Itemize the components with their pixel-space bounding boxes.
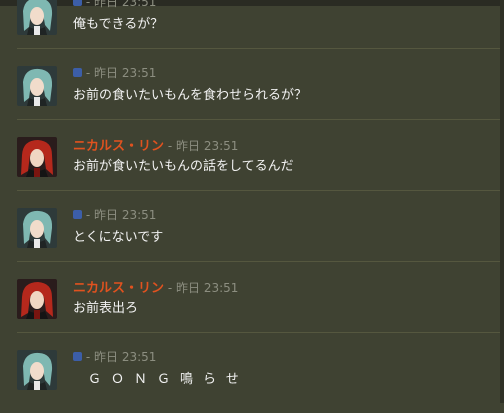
date-label: 昨日 <box>176 281 201 295</box>
date-label: 昨日 <box>94 66 119 80</box>
message-header: - 昨日 23:51 <box>73 206 156 222</box>
teal-hair-avatar[interactable] <box>17 208 57 248</box>
date-label: 昨日 <box>176 139 201 153</box>
separator: - <box>167 139 173 153</box>
message-divider <box>17 119 504 120</box>
message-divider <box>17 261 504 262</box>
timestamp: 23:51 <box>203 281 239 295</box>
date-label: 昨日 <box>94 350 119 364</box>
message-header: - 昨日 23:51 <box>73 348 156 364</box>
timestamp: 23:51 <box>121 350 157 364</box>
message-divider <box>17 190 504 191</box>
separator: - <box>167 281 173 295</box>
message-text: とくにないです <box>73 230 164 245</box>
message-header: - 昨日 23:51 <box>73 0 156 9</box>
message-header: - 昨日 23:51 <box>73 64 156 80</box>
author-badge <box>73 210 82 219</box>
teal-hair-avatar[interactable] <box>17 0 57 35</box>
chat-message: - 昨日 23:51 俺もできるが？ <box>0 0 504 58</box>
author-badge <box>73 0 82 6</box>
message-text: お前が食いたいもんの話をしてるんだ <box>73 159 294 174</box>
red-hair-avatar[interactable] <box>17 279 57 319</box>
separator: - <box>85 66 91 80</box>
author-badge <box>73 68 82 77</box>
chat-log: - 昨日 23:51 俺もできるが？ - 昨日 23:51 お前の食いたいもんを… <box>0 0 504 403</box>
message-text: ＧＯＮＧ鳴らせ <box>88 372 249 387</box>
author-name[interactable]: ニカルス・リン <box>73 281 164 296</box>
author-badge <box>73 352 82 361</box>
message-text: お前の食いたいもんを食わせられるが？ <box>73 88 308 103</box>
red-hair-avatar[interactable] <box>17 137 57 177</box>
chat-message: - 昨日 23:51 ＧＯＮＧ鳴らせ <box>0 342 504 413</box>
teal-hair-avatar[interactable] <box>17 350 57 390</box>
message-divider <box>17 48 504 49</box>
date-label: 昨日 <box>94 208 119 222</box>
message-divider <box>17 332 504 333</box>
date-label: 昨日 <box>94 0 119 9</box>
scrollbar-track[interactable] <box>500 0 504 403</box>
message-header: ニカルス・リン - 昨日 23:51 <box>73 135 239 154</box>
timestamp: 23:51 <box>203 139 239 153</box>
message-header: ニカルス・リン - 昨日 23:51 <box>73 277 239 296</box>
timestamp: 23:51 <box>121 0 157 9</box>
message-text: お前表出ろ <box>73 301 139 316</box>
teal-hair-avatar[interactable] <box>17 66 57 106</box>
timestamp: 23:51 <box>121 208 157 222</box>
message-text: 俺もできるが？ <box>73 17 164 32</box>
timestamp: 23:51 <box>121 66 157 80</box>
separator: - <box>85 208 91 222</box>
author-name[interactable]: ニカルス・リン <box>73 139 164 154</box>
separator: - <box>85 0 91 9</box>
separator: - <box>85 350 91 364</box>
